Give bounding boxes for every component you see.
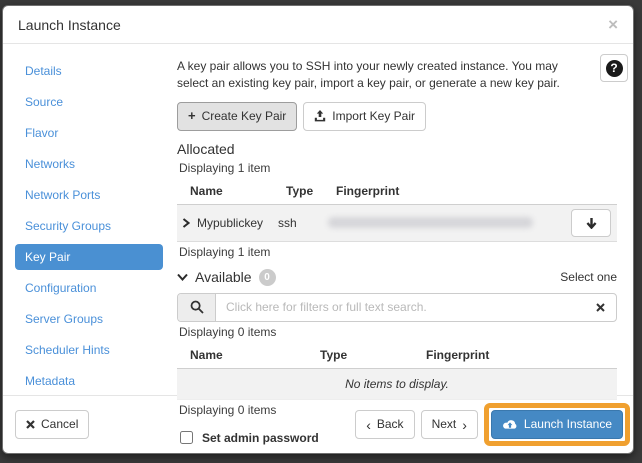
available-table-header: Name Type Fingerprint: [177, 342, 617, 369]
dialog-title: Launch Instance: [18, 17, 121, 33]
sidebar-item-metadata[interactable]: Metadata: [15, 368, 163, 394]
allocated-count-top: Displaying 1 item: [179, 161, 617, 175]
import-key-pair-label: Import Key Pair: [332, 108, 415, 125]
available-count-top: Displaying 0 items: [179, 325, 617, 339]
available-empty-row: No items to display.: [177, 369, 617, 400]
available-toggle[interactable]: Available 0: [177, 269, 276, 286]
allocated-table-header: Name Type Fingerprint: [177, 178, 617, 205]
x-icon: [26, 420, 35, 429]
sidebar-item-network-ports[interactable]: Network Ports: [15, 182, 163, 208]
available-count-bottom: Displaying 0 items: [179, 403, 617, 417]
sidebar-item-security-groups[interactable]: Security Groups: [15, 213, 163, 239]
cancel-label: Cancel: [41, 416, 78, 433]
dialog-body: Details Source Flavor Networks Network P…: [3, 44, 633, 395]
cloud-upload-icon: [502, 419, 518, 431]
sidebar-item-networks[interactable]: Networks: [15, 151, 163, 177]
select-one-hint: Select one: [560, 270, 617, 284]
row-expander-chevron-right-icon[interactable]: [182, 218, 190, 228]
search-icon[interactable]: [178, 294, 216, 321]
available-col-name: Name: [190, 348, 320, 362]
available-section-header: Available 0 Select one: [177, 269, 617, 286]
help-button[interactable]: ?: [600, 54, 628, 82]
key-pair-step-content: ? A key pair allows you to SSH into your…: [169, 56, 625, 395]
sidebar-item-source[interactable]: Source: [15, 89, 163, 115]
available-col-fingerprint: Fingerprint: [426, 348, 617, 362]
upload-icon: [314, 110, 326, 122]
key-pair-type: ssh: [278, 216, 328, 230]
dialog-header: Launch Instance ×: [3, 6, 633, 44]
set-admin-password-checkbox[interactable]: [180, 431, 193, 444]
allocated-col-fingerprint: Fingerprint: [336, 184, 565, 198]
available-search-bar: [177, 293, 617, 322]
sidebar-item-key-pair[interactable]: Key Pair: [15, 244, 163, 270]
sidebar-item-scheduler-hints[interactable]: Scheduler Hints: [15, 337, 163, 363]
set-admin-password-label: Set admin password: [202, 431, 319, 445]
key-pair-actions: + Create Key Pair Import Key Pair: [177, 102, 617, 131]
help-icon: ?: [606, 60, 623, 77]
available-count-badge: 0: [259, 269, 276, 286]
available-heading: Available: [195, 269, 252, 285]
key-pair-description: A key pair allows you to SSH into your n…: [177, 58, 575, 93]
plus-icon: +: [188, 111, 196, 121]
remove-from-allocated-button[interactable]: [571, 209, 611, 237]
close-icon[interactable]: ×: [608, 19, 618, 31]
sidebar-item-server-groups[interactable]: Server Groups: [15, 306, 163, 332]
import-key-pair-button[interactable]: Import Key Pair: [303, 102, 426, 131]
key-pair-name: Mypublickey: [197, 216, 263, 230]
arrow-down-icon: [586, 217, 597, 229]
key-pair-fingerprint-redacted: [328, 217, 533, 228]
wizard-step-nav: Details Source Flavor Networks Network P…: [11, 56, 169, 395]
allocated-col-name: Name: [190, 184, 286, 198]
allocated-heading: Allocated: [177, 141, 617, 157]
admin-password-option: Set admin password: [177, 431, 617, 445]
sidebar-item-flavor[interactable]: Flavor: [15, 120, 163, 146]
chevron-down-icon: [177, 273, 188, 281]
allocated-col-type: Type: [286, 184, 336, 198]
available-col-type: Type: [320, 348, 426, 362]
create-key-pair-label: Create Key Pair: [202, 108, 287, 125]
sidebar-item-configuration[interactable]: Configuration: [15, 275, 163, 301]
clear-search-icon[interactable]: [585, 294, 616, 321]
allocated-count-bottom: Displaying 1 item: [179, 245, 617, 259]
launch-instance-dialog: Launch Instance × Details Source Flavor …: [2, 5, 634, 454]
cancel-button[interactable]: Cancel: [15, 410, 89, 439]
create-key-pair-button[interactable]: + Create Key Pair: [177, 102, 297, 131]
filter-search-input[interactable]: [216, 294, 585, 321]
chevron-left-icon: ‹: [366, 420, 371, 430]
allocated-key-pair-row: Mypublickey ssh: [177, 205, 617, 242]
chevron-right-icon: ›: [462, 420, 467, 430]
sidebar-item-details[interactable]: Details: [15, 58, 163, 84]
